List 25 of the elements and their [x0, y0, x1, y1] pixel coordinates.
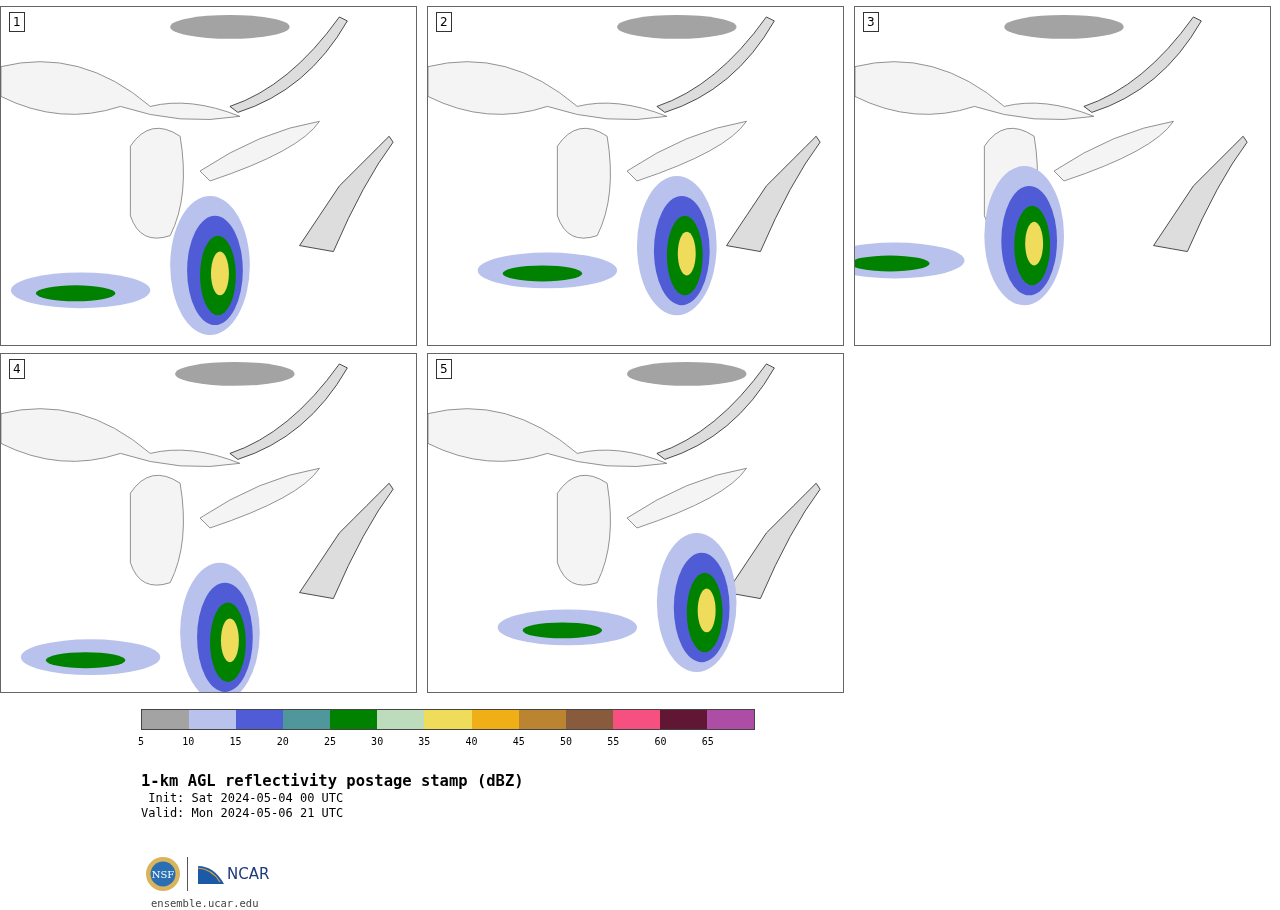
tick-label: 20	[276, 736, 289, 747]
tick-label: 45	[512, 736, 525, 747]
chart-title: 1-km AGL reflectivity postage stamp (dBZ)	[141, 772, 525, 791]
tick-label: 25	[323, 736, 336, 747]
panel-number: 5	[436, 359, 452, 379]
tick-label: 30	[371, 736, 384, 747]
tick-label: 55	[607, 736, 620, 747]
init-time: Init: Sat 2024-05-04 00 UTC	[147, 791, 345, 806]
tick-label: 35	[418, 736, 431, 747]
panel-number: 3	[863, 12, 879, 32]
tick-label: 5	[138, 736, 144, 747]
panel-number: 2	[436, 12, 452, 32]
tick-label: 65	[701, 736, 714, 747]
ncar-swoosh-icon	[198, 864, 224, 884]
tick-label: 40	[465, 736, 478, 747]
panel-number: 1	[9, 12, 25, 32]
tick-label: 60	[654, 736, 667, 747]
panel-number: 4	[9, 359, 25, 379]
tick-label: 15	[229, 736, 242, 747]
tick-label: 50	[560, 736, 573, 747]
ncar-logo-text: NCAR	[227, 865, 270, 883]
nsf-logo: NSF	[145, 856, 181, 892]
valid-time: Valid: Mon 2024-05-06 21 UTC	[141, 806, 345, 821]
site-url: ensemble.ucar.edu	[151, 897, 260, 909]
tick-label: 10	[182, 736, 195, 747]
